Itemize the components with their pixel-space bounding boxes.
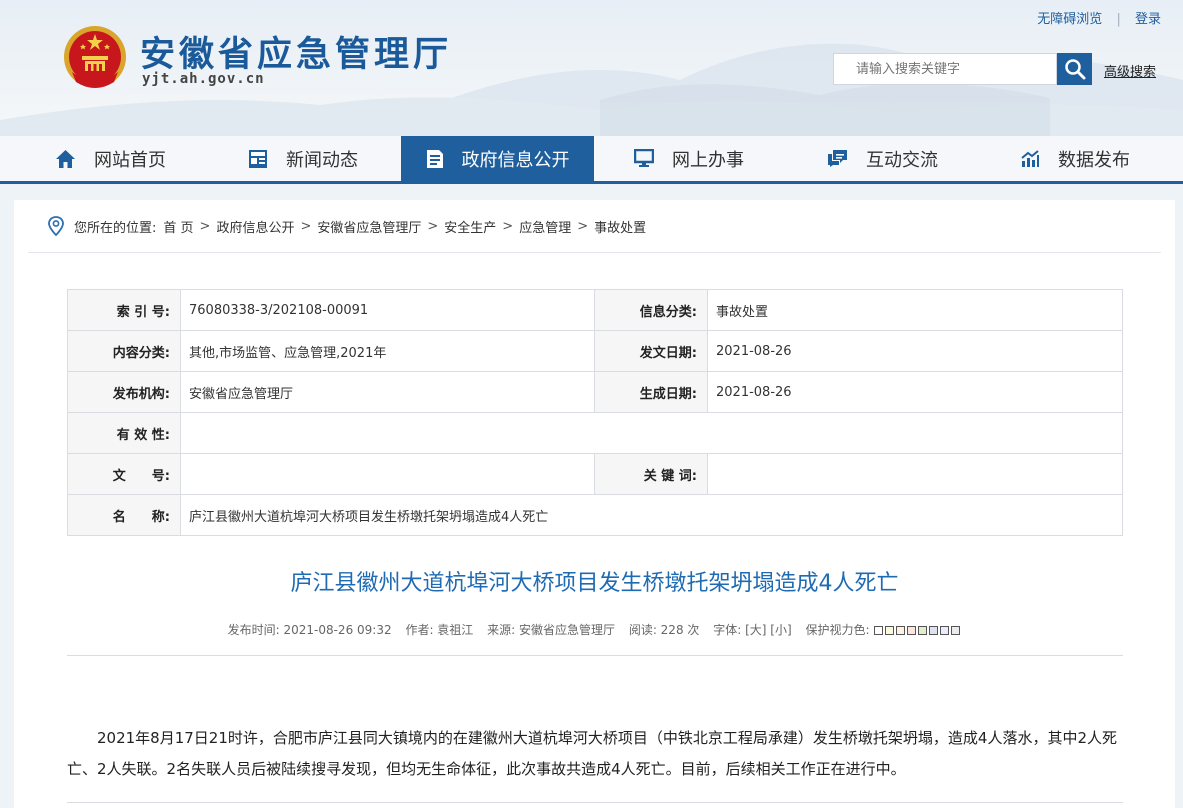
breadcrumb-home[interactable]: 首 页 bbox=[163, 217, 193, 236]
site-header: 安徽省应急管理厅 yjt.ah.gov.cn 无障碍浏览 | 登录 高级搜索 bbox=[0, 0, 1183, 136]
publish-date-label: 发文日期: bbox=[594, 330, 708, 372]
accessible-browse-link[interactable]: 无障碍浏览 bbox=[1037, 12, 1102, 27]
table-row: 有 效 性: bbox=[67, 412, 1123, 454]
advanced-search-link[interactable]: 高级搜索 bbox=[1104, 61, 1156, 80]
breadcrumb-department[interactable]: 安徽省应急管理厅 bbox=[317, 217, 421, 236]
home-icon bbox=[56, 149, 75, 168]
table-row: 内容分类: 其他,市场监管、应急管理,2021年 发文日期: 2021-08-2… bbox=[67, 330, 1123, 372]
validity-label: 有 效 性: bbox=[67, 412, 181, 454]
nav-item-online-service[interactable]: 网上办事 bbox=[634, 136, 744, 181]
index-value: 76080338-3/202108-00091 bbox=[180, 289, 595, 331]
content-category-label: 内容分类: bbox=[67, 330, 181, 372]
view-count: 阅读: 228 次 bbox=[628, 623, 700, 637]
nav-label: 政府信息公开 bbox=[461, 149, 570, 171]
doc-number-value bbox=[180, 453, 595, 495]
generated-date-value: 2021-08-26 bbox=[707, 371, 1123, 413]
nav-label: 新闻动态 bbox=[286, 149, 358, 171]
category-label: 信息分类: bbox=[594, 289, 708, 331]
table-row: 索 引 号: 76080338-3/202108-00091 信息分类: 事故处… bbox=[67, 289, 1123, 331]
nav-item-gov-info[interactable]: 政府信息公开 bbox=[401, 136, 594, 181]
article-paragraph: 2021年8月17日21时许，合肥市庐江县同大镇境内的在建徽州大道杭埠河大桥项目… bbox=[67, 729, 1117, 778]
publisher-label: 发布机构: bbox=[67, 371, 181, 413]
name-label: 名 称: bbox=[67, 494, 181, 536]
nav-item-data-release[interactable]: 数据发布 bbox=[1020, 136, 1130, 181]
login-link[interactable]: 登录 bbox=[1135, 12, 1161, 27]
color-swatch-pink[interactable] bbox=[907, 626, 917, 635]
breadcrumb-emergency[interactable]: 应急管理 bbox=[519, 217, 571, 236]
publish-time: 发布时间: 2021-08-26 09:32 bbox=[227, 623, 392, 637]
breadcrumb-separator: > bbox=[577, 218, 589, 234]
color-swatch-lavender[interactable] bbox=[940, 626, 950, 635]
chart-icon bbox=[1021, 150, 1039, 167]
color-swatch-yellow[interactable] bbox=[885, 626, 895, 635]
breadcrumb-accident[interactable]: 事故处置 bbox=[594, 217, 646, 236]
news-icon bbox=[249, 149, 267, 168]
breadcrumb-separator: > bbox=[427, 218, 439, 234]
breadcrumb-gov-info[interactable]: 政府信息公开 bbox=[216, 217, 294, 236]
keywords-value bbox=[707, 453, 1123, 495]
breadcrumb-safety[interactable]: 安全生产 bbox=[444, 217, 496, 236]
nav-item-news[interactable]: 新闻动态 bbox=[248, 136, 358, 181]
article-title: 庐江县徽州大道杭埠河大桥项目发生桥墩托架坍塌造成4人死亡 bbox=[290, 571, 899, 596]
nav-label: 网站首页 bbox=[94, 149, 166, 171]
eye-care-label: 保护视力色: bbox=[805, 623, 870, 637]
info-table: 索 引 号: 76080338-3/202108-00091 信息分类: 事故处… bbox=[67, 289, 1123, 536]
validity-value bbox=[180, 412, 1123, 454]
breadcrumb-separator: > bbox=[199, 218, 211, 234]
divider: | bbox=[1116, 12, 1121, 27]
keywords-label: 关 键 词: bbox=[594, 453, 708, 495]
breadcrumb: 您所在的位置: 首 页 > 政府信息公开 > 安徽省应急管理厅 > 安全生产 >… bbox=[46, 215, 646, 237]
generated-date-label: 生成日期: bbox=[594, 371, 708, 413]
main-nav: 网站首页 新闻动态 政府信息公开 网上办事 互动交流 数据发布 bbox=[0, 136, 1183, 184]
nav-item-home[interactable]: 网站首页 bbox=[55, 136, 166, 181]
document-icon bbox=[426, 149, 443, 168]
color-swatch-gray[interactable] bbox=[951, 626, 961, 635]
table-row: 名 称: 庐江县徽州大道杭埠河大桥项目发生桥墩托架坍塌造成4人死亡 bbox=[67, 494, 1123, 536]
nav-label: 网上办事 bbox=[672, 149, 744, 171]
search-input[interactable] bbox=[833, 53, 1057, 85]
article-meta: 发布时间: 2021-08-26 09:32 作者: 袁祖江 来源: 安徽省应急… bbox=[14, 621, 1175, 638]
font-small-button[interactable]: [小] bbox=[770, 623, 791, 637]
nav-label: 互动交流 bbox=[866, 149, 938, 171]
font-size-label: 字体: bbox=[713, 623, 742, 637]
breadcrumb-prefix: 您所在的位置: bbox=[74, 220, 157, 236]
category-value: 事故处置 bbox=[707, 289, 1123, 331]
publish-date-value: 2021-08-26 bbox=[707, 330, 1123, 372]
search-button[interactable] bbox=[1057, 53, 1092, 85]
top-links: 无障碍浏览 | 登录 bbox=[1037, 8, 1161, 27]
index-label: 索 引 号: bbox=[67, 289, 181, 331]
font-large-button[interactable]: [大] bbox=[745, 623, 766, 637]
table-row: 文 号: 关 键 词: bbox=[67, 453, 1123, 495]
author: 作者: 袁祖江 bbox=[405, 623, 474, 637]
divider bbox=[28, 252, 1161, 253]
breadcrumb-separator: > bbox=[300, 218, 312, 234]
eye-care-colors: 保护视力色: bbox=[806, 623, 962, 637]
monitor-icon bbox=[634, 149, 654, 167]
site-domain: yjt.ah.gov.cn bbox=[142, 71, 265, 87]
color-swatch-white[interactable] bbox=[874, 626, 884, 635]
color-swatch-orange[interactable] bbox=[896, 626, 906, 635]
color-swatch-green[interactable] bbox=[918, 626, 928, 635]
site-title: 安徽省应急管理厅 bbox=[140, 35, 453, 75]
font-size-control: 字体: [大] [小] bbox=[713, 623, 795, 637]
table-row: 发布机构: 安徽省应急管理厅 生成日期: 2021-08-26 bbox=[67, 371, 1123, 413]
breadcrumb-separator: > bbox=[502, 218, 514, 234]
publisher-value: 安徽省应急管理厅 bbox=[180, 371, 595, 413]
divider bbox=[67, 802, 1123, 803]
content-panel: 您所在的位置: 首 页 > 政府信息公开 > 安徽省应急管理厅 > 安全生产 >… bbox=[14, 200, 1175, 808]
location-pin-icon bbox=[48, 216, 64, 237]
doc-number-label: 文 号: bbox=[67, 453, 181, 495]
nav-item-interaction[interactable]: 互动交流 bbox=[827, 136, 938, 181]
nav-label: 数据发布 bbox=[1058, 149, 1130, 171]
search-icon bbox=[1064, 59, 1085, 80]
national-emblem-icon bbox=[64, 26, 126, 88]
color-swatch-blue[interactable] bbox=[929, 626, 939, 635]
source: 来源: 安徽省应急管理厅 bbox=[487, 623, 615, 637]
name-value: 庐江县徽州大道杭埠河大桥项目发生桥墩托架坍塌造成4人死亡 bbox=[180, 494, 1123, 536]
content-category-value: 其他,市场监管、应急管理,2021年 bbox=[180, 330, 595, 372]
divider bbox=[67, 655, 1123, 656]
chat-icon bbox=[828, 150, 847, 167]
